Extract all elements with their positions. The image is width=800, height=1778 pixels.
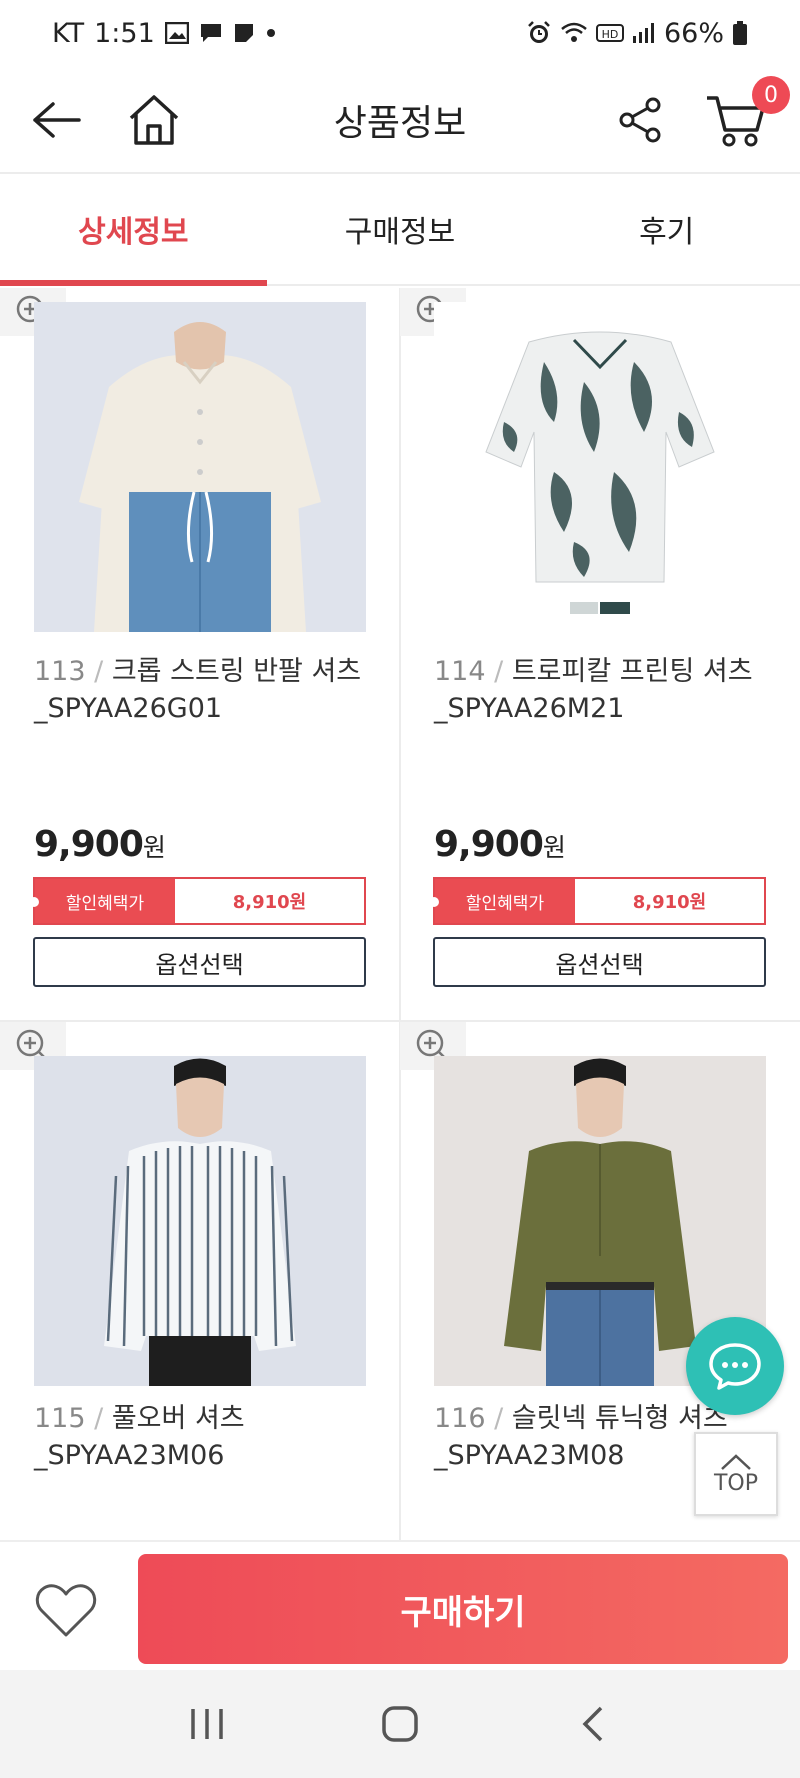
chat-button[interactable] bbox=[686, 1317, 784, 1415]
product-grid: 113 / 크롭 스트링 반팔 셔츠_SPYAA26G01 9,900원 할인혜… bbox=[0, 288, 800, 1540]
purchase-bar: 구매하기 bbox=[0, 1540, 800, 1670]
product-card-114[interactable]: 114 / 트로피칼 프린팅 셔츠_SPYAA26M21 9,900원 할인혜택… bbox=[400, 288, 800, 1020]
system-back-button[interactable] bbox=[553, 1694, 633, 1754]
wishlist-button[interactable] bbox=[30, 1578, 102, 1644]
tab-detail[interactable]: 상세정보 bbox=[0, 174, 267, 286]
home-square-icon bbox=[382, 1706, 418, 1742]
product-number: 113 bbox=[34, 656, 86, 687]
signal-icon bbox=[632, 22, 656, 44]
discount-label: 할인혜택가 bbox=[29, 879, 175, 923]
heart-icon bbox=[35, 1584, 97, 1637]
battery-label: 66% bbox=[663, 17, 724, 49]
product-name[interactable]: 113 / 크롭 스트링 반팔 셔츠_SPYAA26G01 bbox=[34, 653, 374, 727]
price-value: 9,900 bbox=[34, 824, 144, 865]
price-value: 9,900 bbox=[434, 824, 544, 865]
wifi-icon bbox=[560, 21, 588, 45]
hd-icon: HD bbox=[595, 23, 624, 43]
tab-reviews[interactable]: 후기 bbox=[533, 174, 800, 284]
discount-price: 8,910원 bbox=[232, 892, 307, 913]
product-card-113[interactable]: 113 / 크롭 스트링 반팔 셔츠_SPYAA26G01 9,900원 할인혜… bbox=[0, 288, 400, 1020]
recent-apps-button[interactable] bbox=[167, 1694, 247, 1754]
separator: / bbox=[94, 656, 104, 687]
note-icon bbox=[233, 22, 255, 44]
tab-purchase-info[interactable]: 구매정보 bbox=[267, 174, 534, 284]
share-button[interactable] bbox=[604, 84, 676, 156]
system-home-button[interactable] bbox=[360, 1694, 440, 1754]
product-price: 9,900원 bbox=[34, 824, 166, 865]
buy-button[interactable]: 구매하기 bbox=[138, 1554, 788, 1664]
option-select-button[interactable]: 옵션선택 bbox=[33, 937, 366, 987]
product-card-115[interactable]: 115 / 풀오버 셔츠_SPYAA23M06 bbox=[0, 1022, 400, 1540]
scroll-top-label: TOP bbox=[713, 1470, 759, 1496]
carrier-label: KT bbox=[52, 17, 85, 49]
message-icon bbox=[199, 22, 223, 44]
product-number: 114 bbox=[434, 656, 486, 687]
chat-bubble-icon bbox=[709, 1343, 761, 1390]
cart-count-badge: 0 bbox=[752, 76, 790, 114]
status-bar: KT 1:51 HD 66% bbox=[0, 0, 800, 66]
recent-apps-icon bbox=[190, 1709, 223, 1739]
app-header: 상품정보 bbox=[0, 66, 800, 174]
discount-price: 8,910원 bbox=[632, 892, 707, 913]
product-image[interactable] bbox=[34, 302, 366, 632]
product-image[interactable] bbox=[434, 302, 766, 632]
product-name[interactable]: 115 / 풀오버 셔츠_SPYAA23M06 bbox=[34, 1400, 374, 1474]
discount-box: 할인혜택가 8,910원 bbox=[429, 877, 766, 925]
gallery-icon bbox=[164, 22, 189, 44]
discount-box: 할인혜택가 8,910원 bbox=[29, 877, 366, 925]
product-number: 116 bbox=[434, 1403, 486, 1434]
back-chevron-icon bbox=[582, 1706, 603, 1742]
product-name[interactable]: 114 / 트로피칼 프린팅 셔츠_SPYAA26M21 bbox=[434, 653, 774, 727]
dot-icon bbox=[265, 27, 277, 39]
share-icon bbox=[619, 97, 661, 143]
time-label: 1:51 bbox=[94, 17, 155, 49]
page-title: 상품정보 bbox=[333, 103, 467, 144]
price-currency: 원 bbox=[142, 833, 166, 862]
separator: / bbox=[94, 1403, 104, 1434]
product-number: 115 bbox=[34, 1403, 86, 1434]
product-image[interactable] bbox=[34, 1056, 366, 1386]
separator: / bbox=[494, 1403, 504, 1434]
product-tabs: 상세정보 구매정보 후기 bbox=[0, 174, 800, 286]
price-currency: 원 bbox=[542, 833, 566, 862]
option-select-button[interactable]: 옵션선택 bbox=[433, 937, 766, 987]
chevron-up-icon bbox=[721, 1453, 751, 1470]
svg-text:HD: HD bbox=[602, 28, 619, 41]
discount-label: 할인혜택가 bbox=[429, 879, 575, 923]
alarm-icon bbox=[526, 20, 552, 46]
product-price: 9,900원 bbox=[434, 824, 566, 865]
separator: / bbox=[494, 656, 504, 687]
system-nav-bar bbox=[0, 1670, 800, 1778]
battery-icon bbox=[732, 20, 748, 46]
scroll-top-button[interactable]: TOP bbox=[694, 1432, 778, 1516]
